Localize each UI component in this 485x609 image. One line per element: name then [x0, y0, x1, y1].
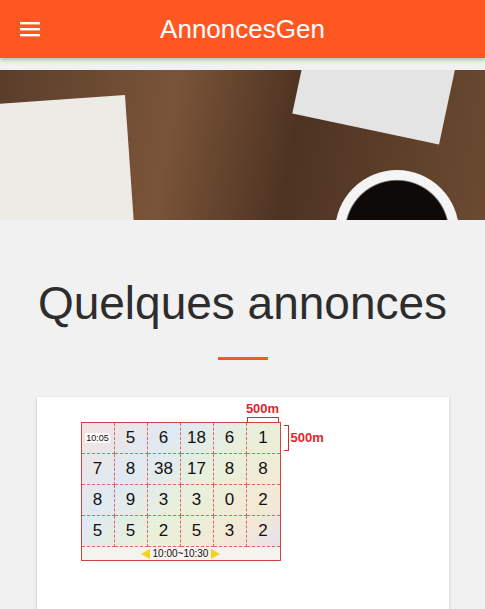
next-arrow-icon[interactable] [211, 549, 220, 559]
time-range: 10:00~10:30 [82, 547, 280, 560]
grid-cell: 17 [181, 454, 214, 485]
grid-row: 893302 [82, 485, 280, 516]
grid-cell: 6 [214, 423, 247, 454]
grid-map: 10:05 561861 78381788 893302 552532 10:0… [81, 422, 281, 561]
grid-cell: 8 [247, 454, 280, 485]
grid-row: 552532 [82, 516, 280, 547]
page: AnnoncesGen Quelques annonces 500m 10:05… [0, 0, 485, 609]
grid-cell: 1 [247, 423, 280, 454]
grid-cell: 5 [115, 516, 148, 547]
grid-cell: 5 [181, 516, 214, 547]
paper [0, 95, 135, 220]
grid-cell: 2 [148, 516, 181, 547]
grid-cell: 2 [247, 516, 280, 547]
grid-cell: 7 [82, 454, 115, 485]
grid-cell: 6 [148, 423, 181, 454]
app-title[interactable]: AnnoncesGen [42, 14, 443, 45]
scale-top: 500m [81, 401, 279, 422]
grid-cell: 18 [181, 423, 214, 454]
grid-cell: 5 [115, 423, 148, 454]
prev-arrow-icon[interactable] [141, 549, 150, 559]
grid-cell: 3 [148, 485, 181, 516]
grid-row: 78381788 [82, 454, 280, 485]
time-badge: 10:05 [85, 433, 110, 443]
hamburger-icon [20, 21, 40, 37]
ads-section: Quelques annonces 500m 10:05 561861 7838… [0, 220, 485, 609]
grid-cell: 38 [148, 454, 181, 485]
scale-bracket [284, 425, 289, 451]
menu-button[interactable] [20, 20, 42, 38]
grid-cell: 3 [214, 516, 247, 547]
section-title: Quelques annonces [38, 276, 447, 331]
coffee-cup [335, 170, 459, 220]
scale-label: 500m [246, 401, 279, 416]
title-underline [218, 357, 268, 360]
grid-cell: 0 [214, 485, 247, 516]
grid-row: 10:05 561861 [82, 423, 280, 454]
app-bar: AnnoncesGen [0, 0, 485, 58]
grid-cell: 10:05 [82, 423, 115, 454]
grid-cell: 5 [82, 516, 115, 547]
grid-cell: 8 [214, 454, 247, 485]
grid-cell: 8 [115, 454, 148, 485]
ad-image: 500m 10:05 561861 78381788 893302 552532… [81, 401, 341, 561]
grid-cell: 3 [181, 485, 214, 516]
scale-side: 500m [284, 422, 324, 453]
grid-cell: 9 [115, 485, 148, 516]
grid-cell: 2 [247, 485, 280, 516]
paper [292, 70, 457, 145]
ad-card[interactable]: 500m 10:05 561861 78381788 893302 552532… [37, 397, 449, 609]
hero-photo [0, 70, 485, 220]
grid-cell: 8 [82, 485, 115, 516]
